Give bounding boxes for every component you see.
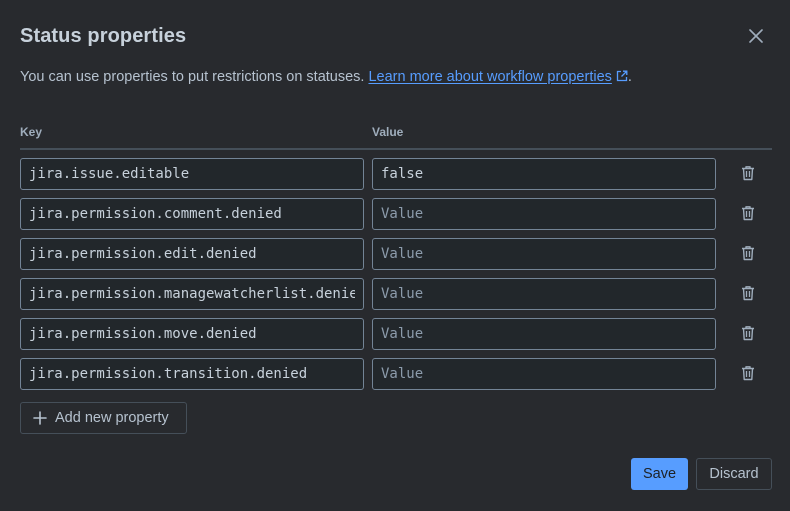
property-key-input[interactable]	[20, 198, 364, 230]
add-button-label: Add new property	[55, 410, 169, 426]
property-value-input[interactable]	[372, 198, 716, 230]
key-column-header: Key	[20, 125, 43, 139]
learn-more-link[interactable]: Learn more about workflow properties	[368, 69, 611, 85]
property-row	[20, 158, 772, 190]
close-icon	[749, 29, 763, 43]
property-row	[20, 358, 772, 390]
external-link-icon	[616, 70, 628, 82]
property-value-input[interactable]	[372, 158, 716, 190]
property-key-input[interactable]	[20, 238, 364, 270]
trash-icon	[742, 286, 754, 301]
property-value-input[interactable]	[372, 238, 716, 270]
value-column-header: Value	[372, 125, 404, 139]
close-button[interactable]	[744, 24, 768, 48]
trash-icon	[742, 166, 754, 181]
dialog-title: Status properties	[20, 25, 187, 47]
description-period: .	[627, 69, 632, 85]
property-row	[20, 198, 772, 230]
delete-property-button[interactable]	[738, 203, 758, 223]
discard-button[interactable]: Discard	[696, 458, 772, 490]
status-properties-dialog: Status properties You can use properties…	[0, 0, 790, 511]
header-divider	[20, 148, 772, 150]
property-key-input[interactable]	[20, 158, 364, 190]
plus-icon	[33, 411, 47, 425]
property-key-input[interactable]	[20, 358, 364, 390]
add-new-property-button[interactable]: Add new property	[20, 402, 187, 434]
property-row	[20, 278, 772, 310]
delete-property-button[interactable]	[738, 163, 758, 183]
trash-icon	[742, 326, 754, 341]
delete-property-button[interactable]	[738, 283, 758, 303]
delete-property-button[interactable]	[738, 243, 758, 263]
property-row	[20, 238, 772, 270]
delete-property-button[interactable]	[738, 363, 758, 383]
save-button[interactable]: Save	[631, 458, 688, 490]
trash-icon	[742, 366, 754, 381]
delete-property-button[interactable]	[738, 323, 758, 343]
description-text: You can use properties to put restrictio…	[20, 69, 365, 85]
property-value-input[interactable]	[372, 358, 716, 390]
dialog-description: You can use properties to put restrictio…	[20, 69, 632, 85]
property-row	[20, 318, 772, 350]
trash-icon	[742, 206, 754, 221]
property-value-input[interactable]	[372, 278, 716, 310]
property-key-input[interactable]	[20, 318, 364, 350]
trash-icon	[742, 246, 754, 261]
property-key-input[interactable]	[20, 278, 364, 310]
property-value-input[interactable]	[372, 318, 716, 350]
